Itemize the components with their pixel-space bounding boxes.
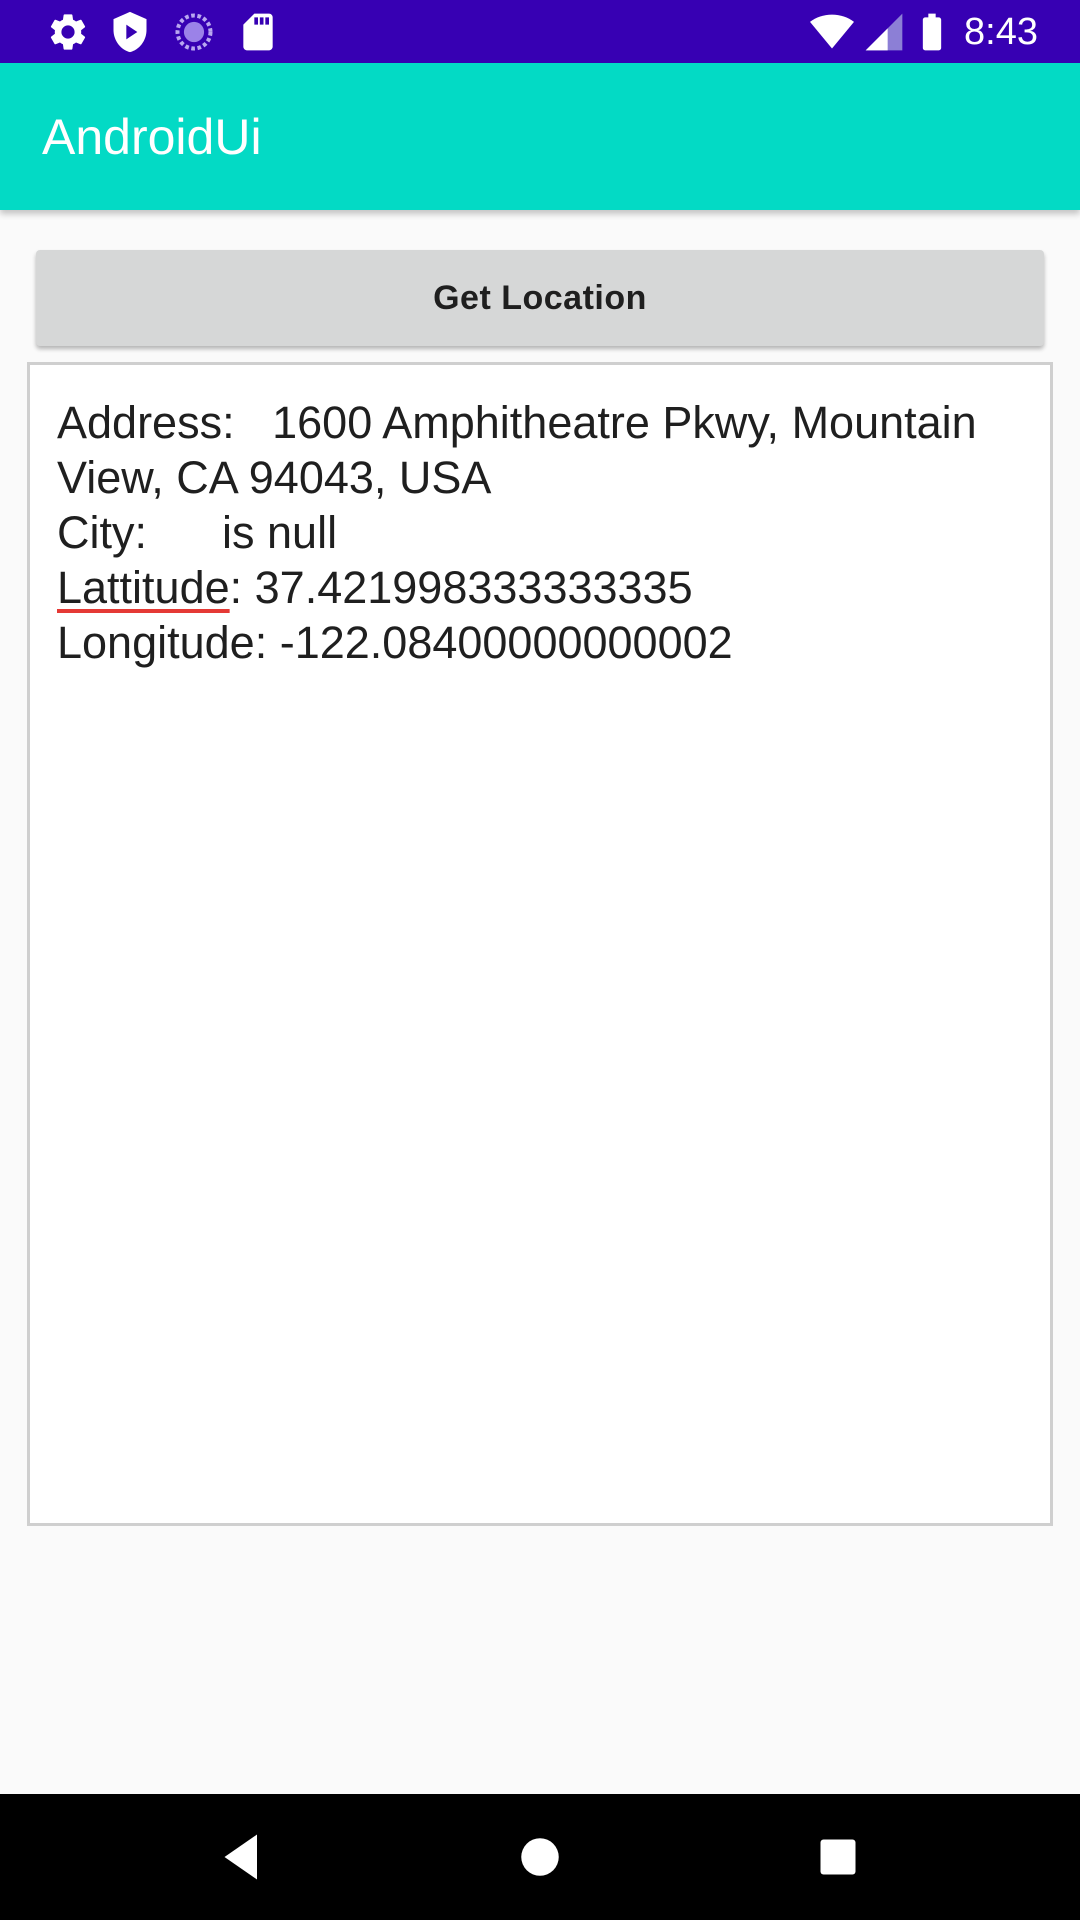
- recents-icon[interactable]: [808, 1827, 868, 1887]
- navigation-bar: [0, 1794, 1080, 1920]
- latitude-value: : 37.421998333333335: [229, 562, 693, 613]
- get-location-button[interactable]: Get Location: [36, 250, 1044, 346]
- location-result-box[interactable]: Address: 1600 Amphitheatre Pkwy, Mountai…: [27, 362, 1053, 1526]
- location-result-text: Address: 1600 Amphitheatre Pkwy, Mountai…: [57, 395, 1047, 670]
- signal-icon: [865, 13, 903, 51]
- sd-card-icon: [243, 13, 273, 51]
- address-line: Address: 1600 Amphitheatre Pkwy, Mountai…: [57, 395, 1047, 505]
- settings-icon: [50, 14, 86, 50]
- longitude-line: Longitude: -122.08400000000002: [57, 615, 1047, 670]
- latitude-line: Lattitude: 37.421998333333335: [57, 560, 1047, 615]
- back-icon[interactable]: [212, 1827, 272, 1887]
- city-value: is null: [222, 507, 338, 558]
- battery-icon: [922, 13, 942, 51]
- city-line: City: is null: [57, 505, 1047, 560]
- city-label: City:: [57, 507, 147, 558]
- longitude-value: -122.08400000000002: [279, 617, 733, 668]
- latitude-label: Lattitude: [57, 562, 230, 613]
- address-label: Address:: [57, 397, 235, 448]
- status-bar: 8:43: [0, 0, 1080, 63]
- app-bar: AndroidUi: [0, 63, 1080, 210]
- wifi-icon: [810, 14, 854, 49]
- shield-icon: [113, 11, 147, 53]
- status-time: 8:43: [964, 11, 1038, 53]
- longitude-label: Longitude:: [57, 617, 268, 668]
- app-title: AndroidUi: [42, 109, 262, 165]
- sync-icon: [175, 13, 213, 51]
- home-icon[interactable]: [510, 1827, 570, 1887]
